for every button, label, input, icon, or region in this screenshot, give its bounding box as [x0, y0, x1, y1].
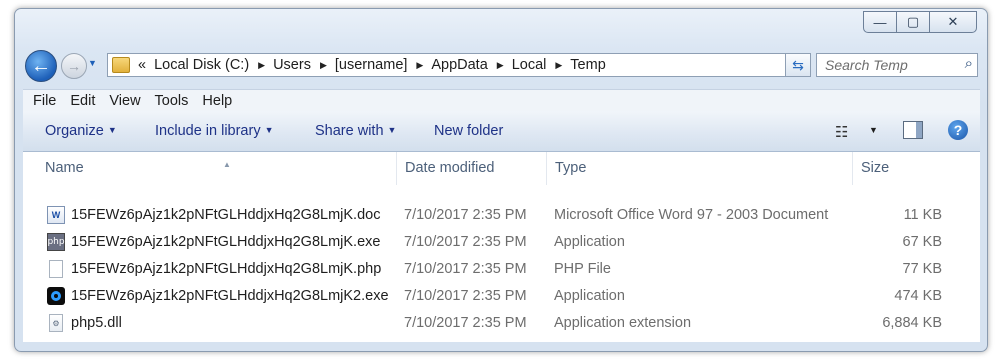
folder-icon — [112, 57, 130, 73]
file-date: 7/10/2017 2:35 PM — [404, 288, 527, 304]
minimize-button[interactable]: — — [863, 11, 897, 33]
file-type: Application — [554, 234, 625, 250]
share-with-button[interactable]: Share with ▼ — [315, 123, 396, 139]
organize-label: Organize — [45, 123, 104, 139]
chevron-down-icon: ▼ — [107, 125, 117, 135]
forward-button[interactable]: → — [61, 53, 87, 79]
include-label: Include in library — [155, 123, 261, 139]
search-input[interactable] — [823, 56, 955, 74]
sort-ascending-icon: ▲ — [223, 160, 231, 169]
back-button[interactable]: ← — [25, 50, 57, 82]
blank-file-icon — [49, 260, 63, 278]
word-doc-icon: W — [47, 206, 65, 224]
preview-pane-icon[interactable] — [903, 121, 923, 139]
help-icon[interactable]: ? — [948, 120, 968, 140]
file-type: Microsoft Office Word 97 - 2003 Document — [554, 207, 829, 223]
caption-buttons: — ▢ ✕ — [863, 11, 977, 33]
view-options-dropdown-icon[interactable]: ▼ — [869, 125, 878, 135]
breadcrumb-separator-icon[interactable]: ▶ — [258, 60, 265, 71]
column-header-row: Name ▲ Date modified Type Size — [23, 152, 980, 185]
file-name: php5.dll — [71, 315, 122, 331]
file-date: 7/10/2017 2:35 PM — [404, 207, 527, 223]
breadcrumb-overflow[interactable]: « — [138, 57, 146, 73]
column-name-label: Name — [45, 160, 84, 176]
menu-file[interactable]: File — [33, 93, 56, 109]
menu-help[interactable]: Help — [202, 93, 232, 109]
new-folder-button[interactable]: New folder — [434, 123, 503, 139]
php-exe-icon: php — [47, 233, 65, 251]
file-name: 15FEWz6pAjz1k2pNFtGLHddjxHq2G8LmjK.exe — [71, 234, 381, 250]
view-details-icon[interactable]: ☷ — [835, 123, 848, 141]
breadcrumb-separator-icon[interactable]: ▶ — [497, 60, 504, 71]
address-row: ← → ▼ « Local Disk (C:) ▶ Users ▶ [usern… — [25, 49, 980, 82]
dll-file-icon: ⚙ — [49, 314, 63, 332]
breadcrumb-local-disk[interactable]: Local Disk (C:) — [154, 57, 249, 73]
file-row[interactable]: ⚙ php5.dll 7/10/2017 2:35 PM Application… — [23, 310, 980, 337]
share-label: Share with — [315, 123, 384, 139]
breadcrumb-temp[interactable]: Temp — [570, 57, 605, 73]
file-size: 77 KB — [902, 261, 943, 277]
search-icon[interactable]: ⌕ — [965, 55, 973, 72]
eye-app-icon — [47, 287, 65, 305]
menu-edit[interactable]: Edit — [70, 93, 95, 109]
file-size: 11 KB — [903, 207, 942, 223]
menu-tools[interactable]: Tools — [155, 93, 189, 109]
file-row[interactable]: W 15FEWz6pAjz1k2pNFtGLHddjxHq2G8LmjK.doc… — [23, 202, 980, 229]
close-button[interactable]: ✕ — [929, 11, 977, 33]
file-type: Application extension — [554, 315, 692, 331]
file-type: Application — [554, 288, 625, 304]
file-date: 7/10/2017 2:35 PM — [404, 261, 527, 277]
chevron-down-icon: ▼ — [264, 125, 274, 135]
column-header-type[interactable]: Type — [547, 152, 853, 185]
command-bar: Organize ▼ Include in library ▼ Share with… — [23, 111, 980, 152]
file-name: 15FEWz6pAjz1k2pNFtGLHddjxHq2G8LmjK.php — [71, 261, 382, 277]
file-row[interactable]: 15FEWz6pAjz1k2pNFtGLHddjxHq2G8LmjK.php 7… — [23, 256, 980, 283]
menu-bar: File Edit View Tools Help — [23, 89, 980, 112]
chevron-down-icon: ▼ — [387, 125, 397, 135]
organize-button[interactable]: Organize ▼ — [45, 123, 117, 139]
breadcrumb-username[interactable]: [username] — [335, 57, 408, 73]
breadcrumb-separator-icon[interactable]: ▶ — [416, 60, 423, 71]
file-date: 7/10/2017 2:35 PM — [404, 234, 527, 250]
search-box[interactable]: ⌕ — [816, 53, 978, 77]
breadcrumb-separator-icon[interactable]: ▶ — [320, 60, 327, 71]
include-in-library-button[interactable]: Include in library ▼ — [155, 123, 274, 139]
breadcrumb-separator-icon[interactable]: ▶ — [555, 60, 562, 71]
file-name: 15FEWz6pAjz1k2pNFtGLHddjxHq2G8LmjK.doc — [71, 207, 381, 223]
file-name: 15FEWz6pAjz1k2pNFtGLHddjxHq2G8LmjK2.exe — [71, 288, 389, 304]
address-bar[interactable]: « Local Disk (C:) ▶ Users ▶ [username] ▶… — [107, 53, 799, 77]
menu-view[interactable]: View — [109, 93, 140, 109]
maximize-button[interactable]: ▢ — [896, 11, 930, 33]
file-list: Name ▲ Date modified Type Size W 15FEWz6… — [23, 152, 980, 342]
file-size: 474 KB — [894, 288, 942, 304]
file-row[interactable]: php 15FEWz6pAjz1k2pNFtGLHddjxHq2G8LmjK.e… — [23, 229, 980, 256]
file-size: 67 KB — [902, 234, 943, 250]
file-row[interactable]: 15FEWz6pAjz1k2pNFtGLHddjxHq2G8LmjK2.exe … — [23, 283, 980, 310]
column-header-name[interactable]: Name ▲ — [37, 152, 397, 185]
breadcrumb-users[interactable]: Users — [273, 57, 311, 73]
column-header-size[interactable]: Size — [853, 152, 953, 185]
file-size: 6,884 KB — [882, 315, 942, 331]
explorer-window: — ▢ ✕ ← → ▼ « Local Disk (C:) ▶ Users ▶ … — [14, 8, 988, 352]
file-date: 7/10/2017 2:35 PM — [404, 315, 527, 331]
breadcrumb-appdata[interactable]: AppData — [431, 57, 487, 73]
refresh-button[interactable]: ⇆ — [785, 53, 811, 77]
file-type: PHP File — [554, 261, 611, 277]
breadcrumb-local[interactable]: Local — [512, 57, 547, 73]
recent-pages-dropdown-icon[interactable]: ▼ — [88, 58, 97, 68]
column-header-date[interactable]: Date modified — [397, 152, 547, 185]
